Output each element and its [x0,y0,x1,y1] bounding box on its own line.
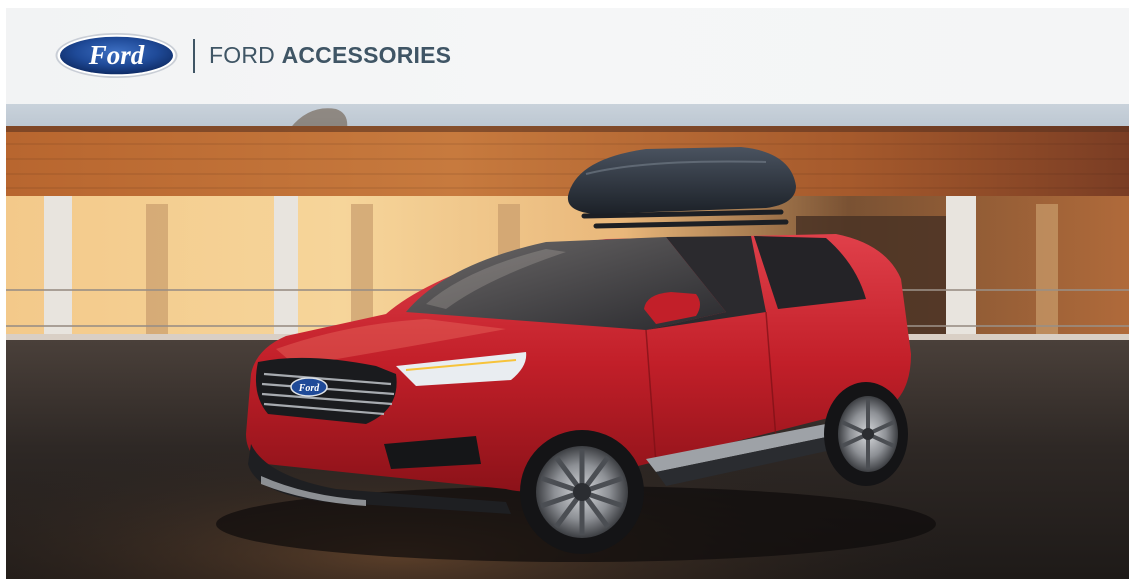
brand-suffix: ACCESSORIES [281,42,452,68]
brand-title: FORD ACCESSORIES [209,42,451,69]
logo-wordmark: Ford [88,40,145,70]
rear-wheel [824,382,908,486]
header-divider [193,39,195,73]
ford-oval-logo: Ford [55,33,178,78]
ford-logo-icon[interactable]: Ford [54,32,179,79]
hero-scene: Ford [6,104,1129,579]
hero-image: Ford [6,104,1129,579]
header-bar: Ford FORD ACCESSORIES [6,8,1129,104]
front-wheel [520,430,644,554]
page-frame: Ford FORD ACCESSORIES Ford [6,8,1129,579]
grille-badge-text: Ford [298,383,321,394]
brand-prefix: FORD [209,42,275,68]
